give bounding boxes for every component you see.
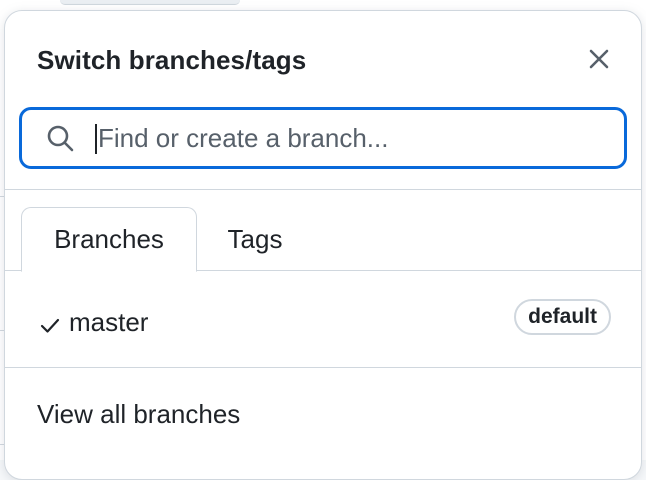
- branch-search-input[interactable]: [98, 116, 598, 160]
- view-all-branches-link[interactable]: View all branches: [37, 399, 240, 430]
- branch-list-item[interactable]: master default: [5, 279, 641, 367]
- default-badge: default: [514, 299, 611, 335]
- divider: [5, 367, 641, 368]
- branch-switcher-popover: Switch branches/tags Branches Tags maste…: [4, 10, 642, 480]
- branch-search-field[interactable]: [19, 107, 627, 169]
- tab-tags[interactable]: Tags: [205, 207, 305, 271]
- tab-branches[interactable]: Branches: [21, 207, 197, 272]
- popover-header: Switch branches/tags: [5, 11, 641, 103]
- ref-type-tabs: Branches Tags: [5, 207, 641, 272]
- check-icon: [40, 318, 60, 333]
- search-icon: [47, 125, 74, 152]
- branch-name: master: [69, 307, 149, 337]
- popover-title: Switch branches/tags: [37, 45, 307, 75]
- close-icon: [589, 49, 609, 69]
- background-button-edge: [60, 0, 240, 5]
- divider: [5, 189, 641, 190]
- close-button[interactable]: [585, 45, 613, 73]
- text-caret: [95, 124, 97, 154]
